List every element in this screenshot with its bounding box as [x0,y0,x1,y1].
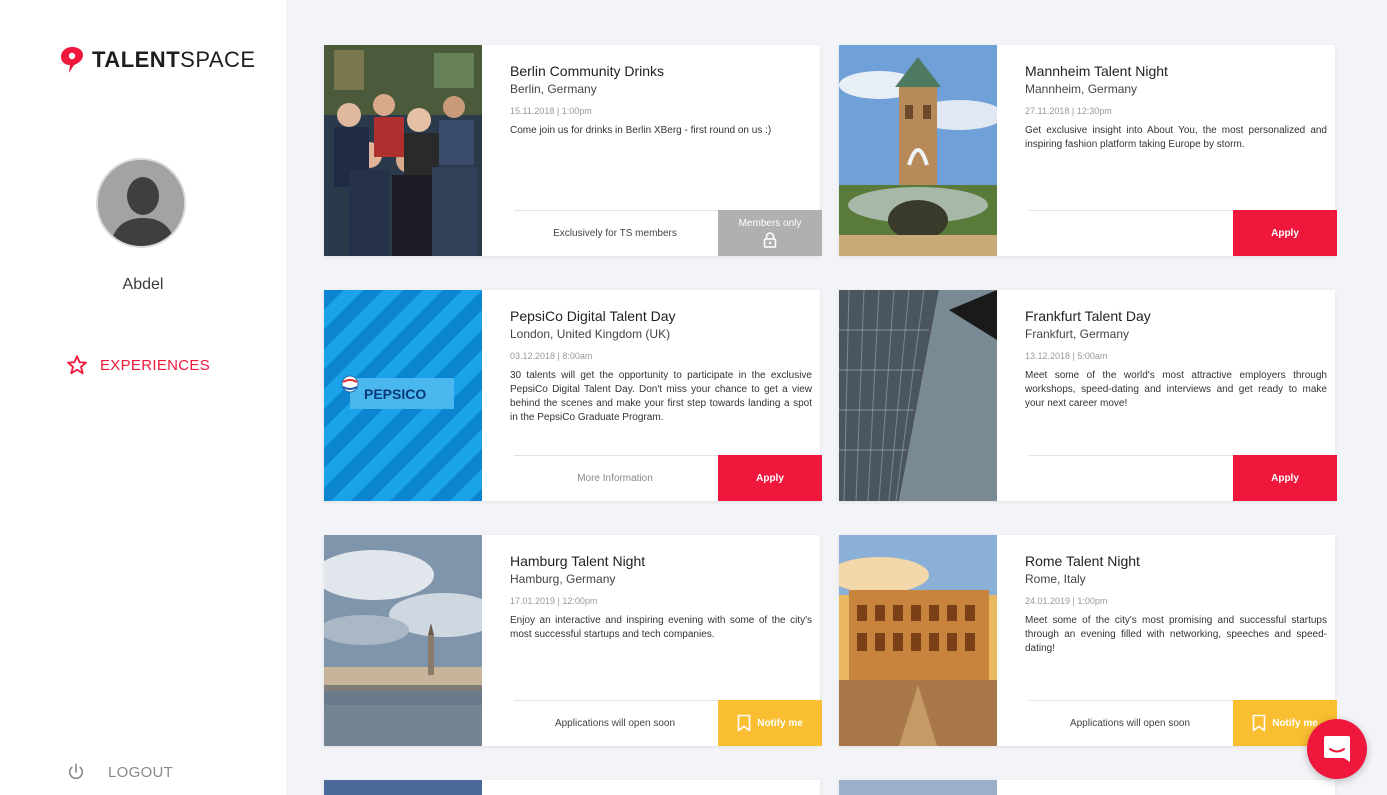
user-name: Abdel [122,276,164,293]
avatar[interactable] [96,158,186,248]
event-date: 15.11.2018 | 1:00pm [510,106,592,116]
event-image-skyscraper-photo [839,290,997,501]
event-image-partial [839,780,997,795]
star-icon [67,355,87,375]
event-title: Hamburg Talent Night [510,553,646,569]
lock-icon [763,232,777,248]
user-silhouette-icon [98,160,184,246]
event-image-water-tower-photo [839,45,997,256]
apply-button[interactable]: Apply [1233,210,1337,256]
chat-icon [1324,736,1350,762]
bookmark-icon [737,714,751,732]
event-card[interactable]: PEPSICO PepsiCo Digital Talent Day Londo… [324,290,822,501]
sidebar: TALENTSPACE Abdel EXPERIENCES LOGOUT [0,0,286,795]
event-image-partial [324,780,482,795]
event-image-hamburg-skyline-photo [324,535,482,746]
power-icon [68,763,84,780]
event-image-crowd-photo [324,45,482,256]
event-title: Berlin Community Drinks [510,63,665,79]
event-description: Come join us for drinks in Berlin XBerg … [510,125,772,136]
event-title: Mannheim Talent Night [1025,63,1168,79]
event-image-colosseum-photo [839,535,997,746]
card-divider [1029,210,1233,211]
bookmark-icon [1252,714,1266,732]
event-image-pepsico-logo: PEPSICO [324,290,482,501]
event-date: 27.11.2018 | 12:30pm [1025,106,1112,116]
logout-label: LOGOUT [108,763,174,781]
more-information-link[interactable]: More Information [514,456,716,501]
event-card-partial[interactable] [324,780,820,795]
event-location: Berlin, Germany [510,82,597,96]
logo-text: TALENTSPACE [92,47,256,72]
event-title: PepsiCo Digital Talent Day [510,308,676,324]
event-description: Get exclusive insight into About You, th… [1025,125,1327,150]
event-footer-text: Exclusively for TS members [553,227,677,239]
event-title: Rome Talent Night [1025,553,1140,569]
event-description: Meet some of the world's most attractive… [1025,370,1327,409]
notify-me-label: Notify me [757,717,803,729]
event-card[interactable]: Rome Talent Night Rome, Italy 24.01.2019… [839,535,1337,746]
logo[interactable]: TALENTSPACE [60,46,256,74]
event-card[interactable]: Frankfurt Talent Day Frankfurt, Germany … [839,290,1337,501]
event-footer-text: Applications will open soon [554,717,676,729]
nav-label-experiences: EXPERIENCES [100,356,210,374]
event-location: Rome, Italy [1025,572,1086,586]
logout-button[interactable]: LOGOUT [66,762,173,782]
event-description: 30 talents will get the opportunity to p… [510,370,812,423]
event-details: PepsiCo Digital Talent Day London, Unite… [510,308,812,425]
chat-launcher-button[interactable] [1307,719,1367,779]
event-details: Hamburg Talent Night Hamburg, Germany 17… [510,553,812,642]
event-date: 17.01.2019 | 12:00pm [510,596,598,606]
event-location: Frankfurt, Germany [1025,327,1130,341]
event-date: 03.12.2018 | 8:00am [510,351,593,361]
event-card[interactable]: Mannheim Talent Night Mannheim, Germany … [839,45,1337,256]
notify-me-button[interactable]: Notify me [718,700,822,746]
event-details: Rome Talent Night Rome, Italy 24.01.2019… [1025,553,1327,656]
event-location: Mannheim, Germany [1025,82,1138,96]
event-description: Enjoy an interactive and inspiring eveni… [510,615,812,640]
apply-button[interactable]: Apply [718,455,822,501]
event-card[interactable]: Berlin Community Drinks Berlin, Germany … [324,45,822,256]
event-details: Berlin Community Drinks Berlin, Germany … [510,63,812,138]
event-details: Mannheim Talent Night Mannheim, Germany … [1025,63,1327,152]
members-only-label: Members only [738,218,802,229]
event-date: 24.01.2019 | 1:00pm [1025,596,1108,606]
card-divider [1029,455,1233,456]
app-root: TALENTSPACE Abdel EXPERIENCES LOGOUT Ber… [0,0,1387,795]
logo-icon [61,47,83,73]
event-details: Frankfurt Talent Day Frankfurt, Germany … [1025,308,1327,411]
event-card[interactable]: Hamburg Talent Night Hamburg, Germany 17… [324,535,822,746]
event-date: 13.12.2018 | 5:00am [1025,351,1108,361]
nav-item-experiences[interactable]: EXPERIENCES [66,354,210,376]
event-footer-text: Applications will open soon [1069,717,1191,729]
apply-button[interactable]: Apply [1233,455,1337,501]
event-location: London, United Kingdom (UK) [510,327,671,341]
notify-me-label: Notify me [1272,717,1318,729]
pepsico-logo-text: PEPSICO [364,386,427,402]
members-only-button[interactable]: Members only [718,210,822,256]
event-card-partial[interactable] [839,780,1335,795]
event-title: Frankfurt Talent Day [1025,308,1151,324]
event-description: Meet some of the city's most promising a… [1025,615,1327,654]
event-location: Hamburg, Germany [510,572,616,586]
